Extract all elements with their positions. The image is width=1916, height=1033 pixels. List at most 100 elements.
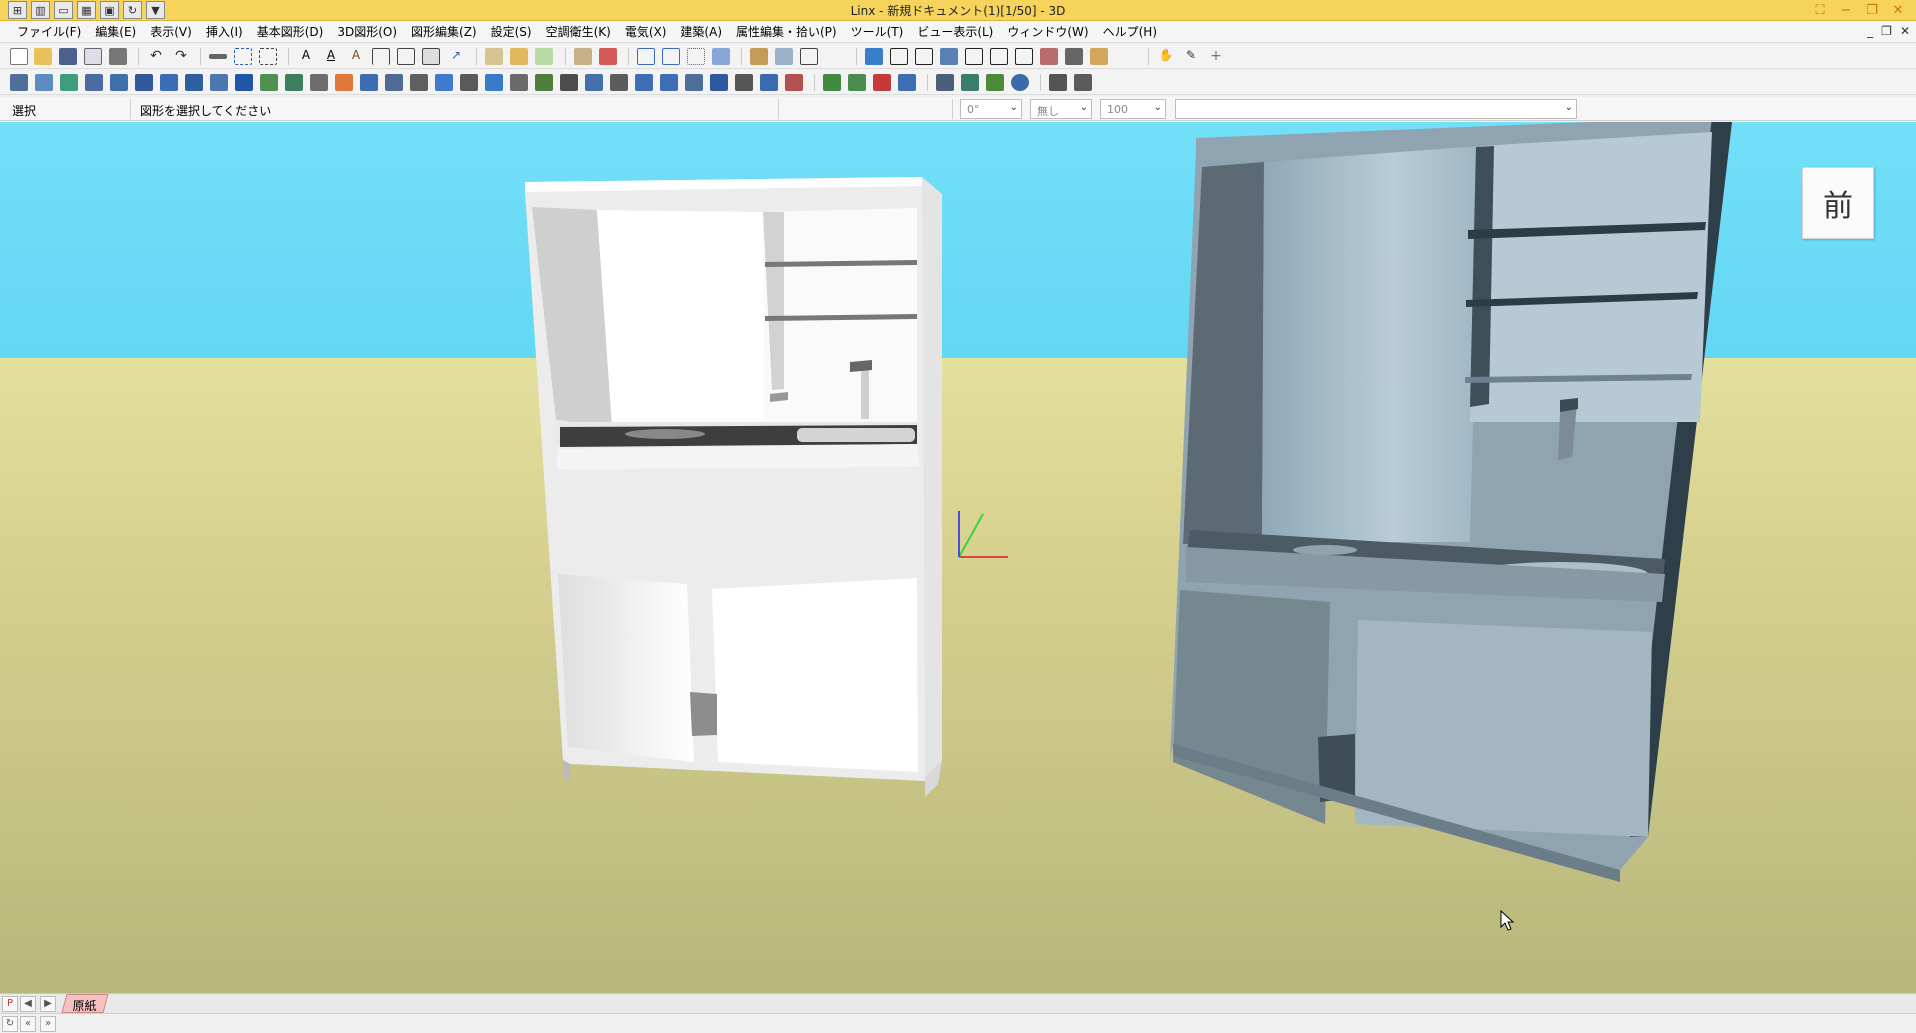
group-icon[interactable] bbox=[712, 48, 730, 65]
equipment-icon[interactable] bbox=[986, 74, 1004, 91]
fitting-icon[interactable] bbox=[110, 74, 128, 91]
layer-select[interactable]: ⌄ bbox=[1175, 99, 1577, 119]
riser-icon[interactable] bbox=[260, 74, 278, 91]
menu-edit[interactable]: 編集(E) bbox=[88, 23, 143, 40]
array-icon[interactable] bbox=[687, 48, 705, 65]
menu-electrical[interactable]: 電気(X) bbox=[618, 23, 674, 40]
sheet-menu-icon[interactable]: P bbox=[2, 996, 18, 1012]
leader-text-icon[interactable]: A bbox=[347, 48, 365, 65]
menu-insert[interactable]: 挿入(I) bbox=[199, 23, 250, 40]
pan-hand-icon[interactable]: ✋ bbox=[1157, 48, 1175, 65]
menu-shape-edit[interactable]: 図形編集(Z) bbox=[404, 23, 484, 40]
node-icon[interactable] bbox=[585, 74, 603, 91]
menu-file[interactable]: ファイル(F) bbox=[10, 23, 88, 40]
flange-icon[interactable] bbox=[235, 74, 253, 91]
view-list-icon[interactable] bbox=[990, 48, 1008, 65]
select-rect-icon[interactable] bbox=[234, 48, 252, 65]
branch-icon[interactable] bbox=[285, 74, 303, 91]
doc-minimize-icon[interactable]: _ bbox=[1867, 24, 1873, 38]
last-page-icon[interactable]: » bbox=[40, 1016, 56, 1032]
spin-icon[interactable] bbox=[1011, 74, 1029, 91]
new-document-icon[interactable] bbox=[10, 48, 28, 65]
fullscreen-icon[interactable]: ⛶ bbox=[1810, 1, 1830, 19]
view-plan-icon[interactable] bbox=[865, 48, 883, 65]
menu-window[interactable]: ウィンドウ(W) bbox=[1000, 23, 1095, 40]
furniture-icon[interactable] bbox=[961, 74, 979, 91]
view-grid-icon[interactable] bbox=[915, 48, 933, 65]
add-point-icon[interactable]: + bbox=[1207, 48, 1225, 65]
restore-icon[interactable]: ❐ bbox=[1862, 1, 1882, 19]
floor-copy-icon[interactable] bbox=[775, 48, 793, 65]
copy-icon[interactable] bbox=[637, 48, 655, 65]
cabinet-blue[interactable] bbox=[1170, 122, 1732, 882]
hook-icon[interactable] bbox=[560, 74, 578, 91]
duct-icon[interactable] bbox=[85, 74, 103, 91]
door-icon[interactable] bbox=[898, 74, 916, 91]
view-section-icon[interactable] bbox=[965, 48, 983, 65]
floor-icon[interactable] bbox=[750, 48, 768, 65]
symbol-icon[interactable] bbox=[510, 48, 528, 65]
select-area-icon[interactable] bbox=[259, 48, 277, 65]
hanger-icon[interactable] bbox=[610, 74, 628, 91]
sheet-tab-active[interactable]: 原紙 bbox=[61, 994, 109, 1013]
view-cube[interactable]: 前 bbox=[1802, 167, 1874, 239]
catalog-icon[interactable] bbox=[1074, 74, 1092, 91]
measure-icon[interactable]: ↗ bbox=[447, 48, 465, 65]
menu-view[interactable]: 表示(V) bbox=[143, 23, 199, 40]
undo-icon[interactable]: ↶ bbox=[147, 48, 165, 65]
menu-architecture[interactable]: 建築(A) bbox=[673, 23, 729, 40]
layer-settings-icon[interactable] bbox=[599, 48, 617, 65]
stairs-icon[interactable] bbox=[410, 74, 428, 91]
menu-3d-shapes[interactable]: 3D図形(O) bbox=[330, 23, 404, 40]
menu-tools[interactable]: ツール(T) bbox=[844, 23, 911, 40]
tee-icon[interactable] bbox=[185, 74, 203, 91]
close-icon[interactable]: ✕ bbox=[1888, 1, 1908, 19]
meter-icon[interactable] bbox=[510, 74, 528, 91]
damper-icon[interactable] bbox=[385, 74, 403, 91]
reducer-icon[interactable] bbox=[210, 74, 228, 91]
view-person-icon[interactable] bbox=[1065, 48, 1083, 65]
menu-view-display[interactable]: ビュー表示(L) bbox=[910, 23, 1000, 40]
3d-viewport[interactable]: 前 bbox=[0, 122, 1916, 993]
line-style-select[interactable]: 無し ⌄ bbox=[1030, 99, 1092, 119]
cable-icon[interactable] bbox=[660, 74, 678, 91]
sheet-prev-icon[interactable]: ◀ bbox=[20, 996, 36, 1012]
reload-icon[interactable]: ↻ bbox=[2, 1016, 18, 1032]
fan-icon[interactable] bbox=[360, 74, 378, 91]
outlet-icon[interactable] bbox=[760, 74, 778, 91]
menu-basic-shapes[interactable]: 基本図形(D) bbox=[250, 23, 331, 40]
menu-hvac-plumbing[interactable]: 空調衛生(K) bbox=[539, 23, 618, 40]
doc-close-icon[interactable]: ✕ bbox=[1900, 24, 1910, 38]
open-folder-icon[interactable] bbox=[34, 48, 52, 65]
lookup-icon[interactable] bbox=[1049, 74, 1067, 91]
view-walkthrough-icon[interactable] bbox=[1090, 48, 1108, 65]
line-tool-icon[interactable] bbox=[209, 54, 227, 59]
globe-icon[interactable] bbox=[535, 74, 553, 91]
text-style-icon[interactable]: A bbox=[322, 48, 340, 65]
sheet-next-icon[interactable]: ▶ bbox=[40, 996, 56, 1012]
part-icon[interactable] bbox=[535, 48, 553, 65]
tray-icon[interactable] bbox=[685, 74, 703, 91]
valve-icon[interactable] bbox=[135, 74, 153, 91]
view-elevation-icon[interactable] bbox=[940, 48, 958, 65]
image-insert-icon[interactable] bbox=[485, 48, 503, 65]
frame-icon[interactable] bbox=[422, 48, 440, 65]
view-3d-icon[interactable] bbox=[1040, 48, 1058, 65]
sensor-icon[interactable] bbox=[485, 74, 503, 91]
support-icon[interactable] bbox=[310, 74, 328, 91]
view-columns-icon[interactable] bbox=[1015, 48, 1033, 65]
cross-icon[interactable] bbox=[435, 74, 453, 91]
table-icon[interactable] bbox=[397, 48, 415, 65]
conduit-icon[interactable] bbox=[710, 74, 728, 91]
first-page-icon[interactable]: « bbox=[20, 1016, 36, 1032]
redo-icon[interactable]: ↷ bbox=[172, 48, 190, 65]
save-icon[interactable] bbox=[59, 48, 77, 65]
duplicate-icon[interactable] bbox=[662, 48, 680, 65]
menu-settings[interactable]: 設定(S) bbox=[484, 23, 539, 40]
wall-icon[interactable] bbox=[873, 74, 891, 91]
heater-icon[interactable] bbox=[335, 74, 353, 91]
calendar-icon[interactable] bbox=[35, 74, 53, 91]
cabinet-white[interactable] bbox=[525, 177, 942, 797]
lamp-icon[interactable] bbox=[460, 74, 478, 91]
minimize-icon[interactable]: − bbox=[1836, 1, 1856, 19]
